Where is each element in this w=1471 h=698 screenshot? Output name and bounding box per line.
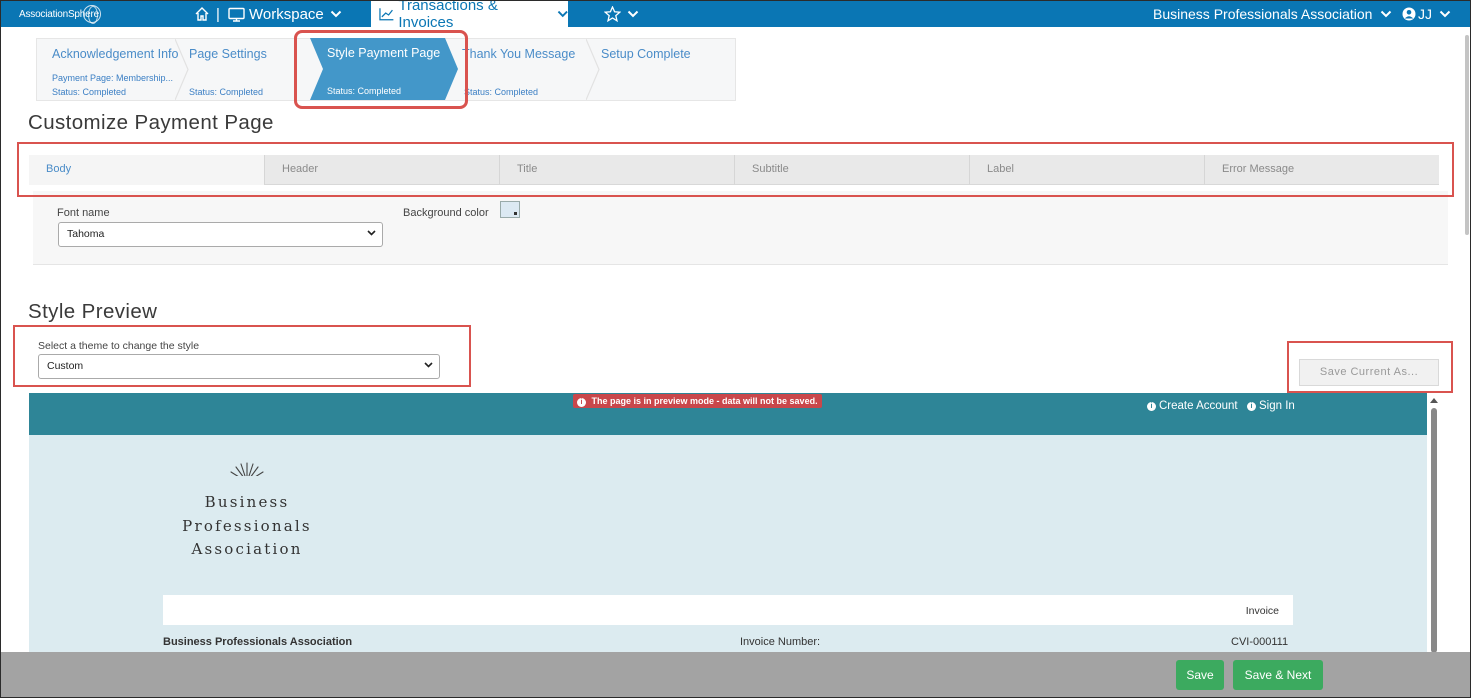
save-button[interactable]: Save: [1176, 660, 1224, 690]
chevron-down-icon: [557, 10, 568, 18]
wizard-step-subtitle: Payment Page: Membership...: [52, 73, 174, 83]
font-name-select[interactable]: Tahoma: [58, 222, 383, 247]
wizard-step-status: Status: Completed: [464, 87, 539, 97]
chevron-down-icon: [330, 10, 341, 18]
monitor-icon: [228, 7, 245, 22]
chart-line-icon: [379, 8, 394, 21]
invoice-header-bar: Invoice: [163, 595, 1293, 625]
preview-scrollbar-thumb[interactable]: [1431, 408, 1437, 653]
sign-in-label: Sign In: [1259, 400, 1295, 412]
step-divider: [586, 39, 600, 100]
create-account-link[interactable]: i Create Account: [1147, 400, 1238, 412]
wizard-step-setup-complete[interactable]: Setup Complete: [601, 39, 721, 100]
organization-logo: Business Professionals Association: [179, 459, 315, 562]
payment-page-preview: i The page is in preview mode - data wil…: [29, 393, 1427, 655]
user-initials: JJ: [1418, 6, 1432, 22]
star-icon: [604, 6, 621, 22]
user-menu[interactable]: JJ: [1402, 1, 1451, 27]
invoice-org-name: Business Professionals Association: [163, 636, 353, 648]
transactions-invoices-menu[interactable]: Transactions & Invoices: [371, 1, 568, 31]
app-logo[interactable]: AssociationSphere: [19, 4, 101, 24]
chevron-down-icon: [1381, 10, 1392, 18]
invoice-number-value: CVI-000111: [1231, 636, 1289, 648]
wizard-step-thank-you[interactable]: Thank You Message Status: Completed: [462, 39, 592, 100]
step-divider: [175, 39, 189, 100]
user-avatar-icon: [1402, 7, 1416, 21]
sunburst-icon: [223, 462, 271, 483]
chevron-down-icon: [1439, 10, 1451, 18]
wizard-step-status: Status: Completed: [52, 87, 127, 97]
organization-menu[interactable]: Business Professionals Association: [1153, 1, 1392, 27]
save-and-next-button[interactable]: Save & Next: [1233, 660, 1323, 690]
invoice-label: Invoice: [1245, 605, 1279, 617]
preview-notice-text: The page is in preview mode - data will …: [591, 396, 818, 406]
page-scrollbar[interactable]: [1464, 29, 1470, 239]
favorites-menu[interactable]: [604, 1, 639, 27]
background-color-picker[interactable]: [500, 201, 520, 218]
logo-line: Business: [204, 493, 290, 511]
wizard-step-page-settings[interactable]: Page Settings Status: Completed: [189, 39, 309, 100]
chevron-down-icon: [367, 230, 376, 236]
highlight-box: [1287, 341, 1453, 393]
wizard-step-acknowledgement[interactable]: Acknowledgement Info Payment Page: Membe…: [37, 39, 179, 100]
chevron-down-icon: [627, 10, 639, 18]
top-navigation-bar: AssociationSphere | Workspace Transactio…: [1, 1, 1470, 31]
highlight-box: [294, 30, 468, 109]
info-icon: i: [577, 398, 586, 407]
customize-heading: Customize Payment Page: [28, 111, 274, 134]
page-scrollbar-thumb[interactable]: [1465, 35, 1469, 235]
invoice-number-label: Invoice Number:: [740, 636, 821, 648]
wizard-step-title: Page Settings: [189, 47, 267, 61]
wizard-step-title: Acknowledgement Info: [52, 47, 179, 61]
transactions-label: Transactions & Invoices: [398, 0, 498, 31]
logo-line: Association: [191, 540, 303, 558]
organization-label: Business Professionals Association: [1153, 6, 1373, 22]
background-color-label: Background color: [403, 207, 489, 219]
preview-mode-notice: i The page is in preview mode - data wil…: [573, 394, 822, 408]
preview-scrollbar[interactable]: [1429, 393, 1439, 655]
create-account-label: Create Account: [1159, 400, 1238, 412]
workspace-label: Workspace: [249, 5, 324, 23]
sign-in-link[interactable]: i Sign In: [1247, 400, 1295, 412]
nav-separator: |: [216, 5, 220, 23]
logo-line: Professionals: [182, 516, 312, 535]
wizard-step-status: Status: Completed: [189, 87, 264, 97]
wizard-step-title: Thank You Message: [462, 47, 576, 61]
font-name-label: Font name: [57, 207, 110, 219]
wizard-step-title: Setup Complete: [601, 47, 691, 61]
info-icon: i: [1147, 401, 1156, 411]
highlight-box: [17, 142, 1454, 197]
globe-icon: [82, 5, 101, 24]
workspace-menu[interactable]: Workspace: [228, 1, 342, 27]
highlight-box: [13, 325, 471, 387]
app-window: AssociationSphere | Workspace Transactio…: [0, 0, 1471, 698]
scroll-up-icon: [1430, 398, 1438, 403]
info-icon: i: [1247, 401, 1256, 411]
home-icon: [195, 7, 209, 21]
font-name-value: Tahoma: [67, 228, 105, 240]
style-preview-heading: Style Preview: [28, 300, 158, 323]
home-button[interactable]: [194, 1, 210, 27]
preview-header: i The page is in preview mode - data wil…: [29, 393, 1427, 435]
